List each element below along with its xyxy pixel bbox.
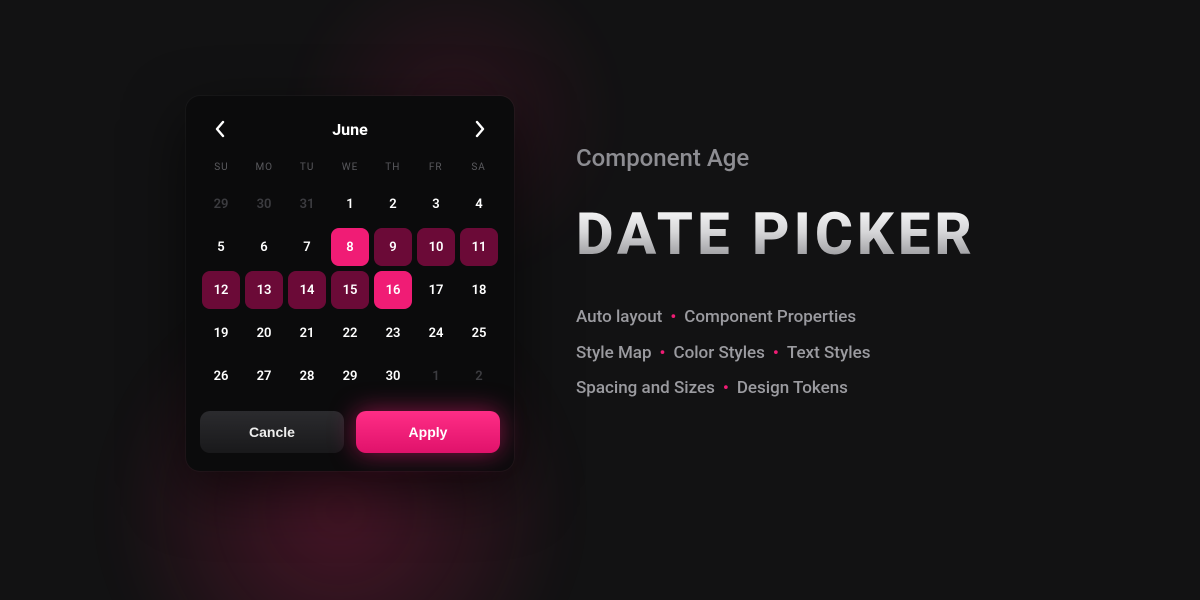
picker-header: June <box>200 112 500 156</box>
day-cell: 29 <box>202 185 240 223</box>
picker-actions: Cancle Apply <box>200 411 500 453</box>
day-cell[interactable]: 5 <box>202 228 240 266</box>
day-cell[interactable]: 29 <box>331 357 369 395</box>
day-cell[interactable]: 28 <box>288 357 326 395</box>
day-cell[interactable]: 16 <box>374 271 412 309</box>
weekday-label: FR <box>416 156 455 179</box>
day-cell[interactable]: 4 <box>460 185 498 223</box>
weekday-label: MO <box>245 156 284 179</box>
day-cell[interactable]: 9 <box>374 228 412 266</box>
day-cell[interactable]: 21 <box>288 314 326 352</box>
chevron-right-icon <box>475 120 486 138</box>
day-cell[interactable]: 3 <box>417 185 455 223</box>
apply-button[interactable]: Apply <box>356 411 500 453</box>
weekday-label: WE <box>331 156 370 179</box>
chevron-left-icon <box>214 120 225 138</box>
day-cell[interactable]: 7 <box>288 228 326 266</box>
day-cell[interactable]: 26 <box>202 357 240 395</box>
day-cell[interactable]: 8 <box>331 228 369 266</box>
feature-list: Auto layout•Component PropertiesStyle Ma… <box>576 300 1136 407</box>
feature-item: Spacing and Sizes <box>576 378 715 398</box>
prev-month-button[interactable] <box>206 116 232 142</box>
day-cell[interactable]: 6 <box>245 228 283 266</box>
feature-item: Text Styles <box>787 343 871 363</box>
info-panel: Component Age DATE PICKER Auto layout•Co… <box>576 144 1136 407</box>
date-picker: June SUMOTUWETHFRSA 29303112345678910111… <box>186 96 514 471</box>
day-cell[interactable]: 17 <box>417 271 455 309</box>
day-cell[interactable]: 27 <box>245 357 283 395</box>
day-cell: 31 <box>288 185 326 223</box>
feature-item: Style Map <box>576 343 652 363</box>
eyebrow-text: Component Age <box>576 144 1136 172</box>
day-cell[interactable]: 30 <box>374 357 412 395</box>
day-cell: 1 <box>417 357 455 395</box>
weekday-label: SU <box>202 156 241 179</box>
day-cell[interactable]: 24 <box>417 314 455 352</box>
day-cell[interactable]: 20 <box>245 314 283 352</box>
day-cell[interactable]: 12 <box>202 271 240 309</box>
month-label: June <box>332 120 368 139</box>
day-cell: 2 <box>460 357 498 395</box>
day-cell[interactable]: 13 <box>245 271 283 309</box>
next-month-button[interactable] <box>468 116 494 142</box>
day-cell[interactable]: 2 <box>374 185 412 223</box>
day-cell[interactable]: 11 <box>460 228 498 266</box>
day-grid: 2930311234567891011121314151617181920212… <box>200 185 500 395</box>
separator-dot: • <box>662 307 684 327</box>
cancel-button[interactable]: Cancle <box>200 411 344 453</box>
weekday-label: TU <box>288 156 327 179</box>
day-cell[interactable]: 25 <box>460 314 498 352</box>
feature-item: Auto layout <box>576 307 662 327</box>
separator-dot: • <box>765 343 787 363</box>
feature-item: Component Properties <box>684 307 856 327</box>
feature-item: Color Styles <box>673 343 764 363</box>
weekday-label: TH <box>373 156 412 179</box>
weekday-row: SUMOTUWETHFRSA <box>200 156 500 185</box>
separator-dot: • <box>652 343 674 363</box>
day-cell[interactable]: 1 <box>331 185 369 223</box>
day-cell[interactable]: 18 <box>460 271 498 309</box>
day-cell[interactable]: 10 <box>417 228 455 266</box>
day-cell[interactable]: 23 <box>374 314 412 352</box>
separator-dot: • <box>715 378 737 398</box>
page-title: DATE PICKER <box>576 206 1136 264</box>
feature-item: Design Tokens <box>737 378 848 398</box>
day-cell[interactable]: 19 <box>202 314 240 352</box>
day-cell: 30 <box>245 185 283 223</box>
weekday-label: SA <box>459 156 498 179</box>
day-cell[interactable]: 14 <box>288 271 326 309</box>
day-cell[interactable]: 15 <box>331 271 369 309</box>
day-cell[interactable]: 22 <box>331 314 369 352</box>
